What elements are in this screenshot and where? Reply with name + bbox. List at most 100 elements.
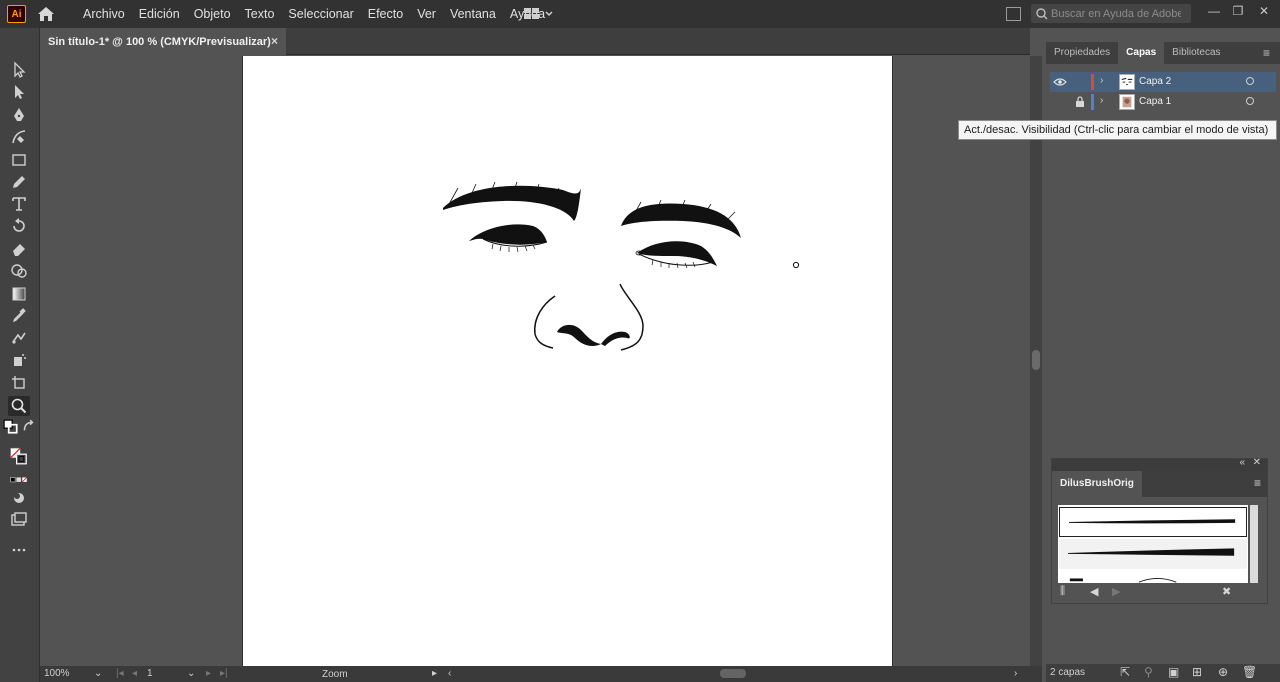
delete-layer-icon[interactable]: 🗑	[1242, 665, 1257, 679]
layer-color-indicator	[1091, 94, 1094, 110]
menu-ventana[interactable]: Ventana	[443, 7, 503, 21]
brush-tab-row: DilusBrushOrig ≡	[1052, 471, 1267, 497]
workspace-switcher[interactable]	[522, 6, 556, 22]
locate-object-icon[interactable]: ⚲	[1144, 665, 1153, 679]
type-tool-icon[interactable]	[8, 194, 30, 214]
brush-library-tab[interactable]: DilusBrushOrig	[1052, 471, 1142, 497]
pencil-tool-icon[interactable]	[8, 172, 30, 192]
close-panel-icon[interactable]: ✕	[1253, 457, 1261, 468]
new-layer-icon[interactable]: ⊕	[1218, 665, 1228, 679]
horizontal-scroll-thumb[interactable]	[720, 669, 746, 678]
document-tab[interactable]: Sin título-1* @ 100 % (CMYK/Previsualiza…	[40, 28, 286, 55]
color-mode-icons[interactable]	[5, 474, 33, 486]
eyedropper-tool-icon[interactable]	[8, 306, 30, 326]
artboard[interactable]	[242, 56, 893, 666]
brush-list-scrollbar[interactable]	[1250, 505, 1258, 583]
help-search-input[interactable]	[1051, 7, 1181, 20]
brush-item[interactable]	[1059, 539, 1247, 569]
menu-archivo[interactable]: Archivo	[76, 7, 132, 21]
default-fill-stroke-icon[interactable]	[3, 419, 19, 434]
layer-target-icon[interactable]	[1246, 97, 1254, 105]
draw-mode-icon[interactable]	[8, 488, 30, 508]
help-search[interactable]	[1031, 4, 1191, 23]
layer-row-capa-1[interactable]: › Capa 1	[1050, 92, 1276, 112]
brush-libraries-menu-icon[interactable]: ⫼	[1060, 585, 1065, 598]
vertical-scrollbar[interactable]	[1030, 56, 1042, 666]
next-artboard-icon[interactable]: ▸	[206, 668, 211, 679]
curvature-tool-icon[interactable]	[8, 127, 30, 147]
brush-item[interactable]	[1059, 571, 1247, 583]
vertical-scroll-thumb[interactable]	[1032, 350, 1040, 370]
menu-seleccionar[interactable]: Seleccionar	[281, 7, 360, 21]
eraser-tool-icon[interactable]	[8, 239, 30, 259]
menu-texto[interactable]: Texto	[238, 7, 282, 21]
symbol-sprayer-tool-icon[interactable]	[8, 350, 30, 370]
pen-tool-icon[interactable]	[8, 105, 30, 125]
swap-fill-stroke-icon[interactable]	[21, 419, 37, 434]
close-window-icon[interactable]: ✕	[1254, 4, 1274, 22]
layer-name[interactable]: Capa 1	[1139, 96, 1171, 107]
menu-objeto[interactable]: Objeto	[187, 7, 238, 21]
minimize-icon[interactable]: —	[1204, 4, 1224, 22]
restore-icon[interactable]: ❐	[1228, 4, 1248, 22]
export-icon[interactable]: ⇱	[1120, 665, 1130, 679]
artboard-dropdown-icon[interactable]: ⌄	[187, 668, 195, 679]
collapse-panel-icon[interactable]: «	[1239, 457, 1245, 468]
nose-nostril-left	[557, 324, 601, 346]
gradient-tool-icon[interactable]	[8, 284, 30, 304]
more-tools-icon[interactable]	[8, 540, 30, 560]
tab-bibliotecas[interactable]: Bibliotecas	[1164, 42, 1228, 64]
close-tab-icon[interactable]: ×	[271, 34, 278, 48]
expand-chevron-icon[interactable]: ›	[1100, 75, 1103, 86]
arrange-documents-icon[interactable]	[1006, 7, 1021, 21]
canvas-area[interactable]	[40, 56, 1030, 666]
zoom-select[interactable]: 100% ⌄	[44, 668, 104, 682]
fill-stroke-swatch[interactable]	[4, 442, 34, 470]
brush-list	[1058, 505, 1248, 583]
layer-thumbnail	[1119, 94, 1135, 110]
last-artboard-icon[interactable]: ▸|	[220, 668, 228, 679]
visibility-eye-icon[interactable]	[1053, 76, 1067, 88]
tab-capas[interactable]: Capas	[1118, 42, 1165, 64]
status-menu-icon[interactable]: ▸	[432, 668, 437, 679]
menu-edicion[interactable]: Edición	[132, 7, 187, 21]
tab-propiedades[interactable]: Propiedades	[1046, 42, 1118, 64]
shape-builder-tool-icon[interactable]	[8, 261, 30, 281]
artboard-number-field[interactable]: 1 ⌄	[147, 668, 195, 682]
new-sublayer-icon[interactable]: ⊞	[1192, 665, 1202, 679]
rotate-tool-icon[interactable]	[8, 216, 30, 236]
prev-artboard-icon[interactable]: ◂	[132, 668, 137, 679]
selection-tool-icon[interactable]	[8, 60, 30, 80]
search-icon	[1036, 7, 1048, 19]
status-tool-label: Zoom	[322, 669, 348, 680]
blend-tool-icon[interactable]	[8, 328, 30, 348]
lock-icon[interactable]	[1075, 96, 1085, 107]
expand-chevron-icon[interactable]: ›	[1100, 95, 1103, 106]
layer-name[interactable]: Capa 2	[1139, 76, 1171, 87]
rectangle-tool-icon[interactable]	[8, 150, 30, 170]
screen-mode-icon[interactable]	[8, 510, 30, 530]
brush-panel-menu-icon[interactable]: ≡	[1254, 476, 1261, 490]
scroll-right-icon[interactable]: ›	[1014, 668, 1017, 679]
previous-library-icon[interactable]: ◀	[1090, 585, 1098, 598]
nose-right	[619, 283, 644, 351]
menu-efecto[interactable]: Efecto	[361, 7, 410, 21]
panel-menu-icon[interactable]: ≡	[1263, 46, 1270, 60]
layer-row-capa-2[interactable]: › Capa 2	[1050, 72, 1276, 92]
brush-library-panel: « ✕ DilusBrushOrig ≡ ⫼ ◀ ▶ ✖	[1051, 457, 1268, 604]
zoom-tool-icon[interactable]	[8, 396, 30, 416]
menu-items: Archivo Edición Objeto Texto Seleccionar…	[76, 0, 552, 28]
brush-item[interactable]	[1059, 507, 1247, 537]
artboard-tool-icon[interactable]	[8, 373, 30, 393]
clipping-mask-icon[interactable]: ▣	[1168, 665, 1179, 679]
menu-ver[interactable]: Ver	[410, 7, 443, 21]
next-library-icon[interactable]: ▶	[1112, 585, 1120, 598]
direct-selection-tool-icon[interactable]	[8, 82, 30, 102]
home-icon[interactable]	[36, 5, 56, 23]
layer-target-icon[interactable]	[1246, 77, 1254, 85]
scroll-left-icon[interactable]: ‹	[448, 668, 451, 679]
nose-nostril-right	[601, 331, 630, 346]
remove-brush-icon[interactable]: ✖	[1222, 585, 1231, 598]
first-artboard-icon[interactable]: |◂	[116, 668, 124, 679]
zoom-dropdown-icon[interactable]: ⌄	[94, 668, 102, 679]
